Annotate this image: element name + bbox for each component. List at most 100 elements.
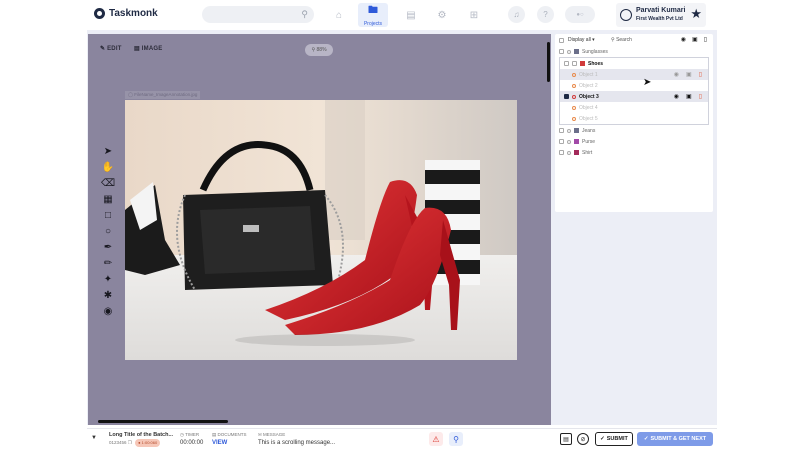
visibility-icon[interactable] xyxy=(572,83,576,88)
list-item[interactable]: Shirt xyxy=(555,147,713,158)
display-filter-value: Display all xyxy=(568,37,591,43)
nav-home-button[interactable]: ⌂ xyxy=(324,3,354,27)
notifications-button[interactable]: ♫ xyxy=(508,6,525,23)
label-name: Object 1 xyxy=(579,71,598,78)
list-item[interactable]: Sunglasses xyxy=(555,46,713,57)
skip-button[interactable]: ⊘ xyxy=(577,433,589,445)
status-toggle[interactable]: ●○ xyxy=(565,6,595,23)
user-profile-card[interactable]: Parvati Kumari First Wealth Pvt Ltd ★ xyxy=(616,3,706,27)
documents-block: ▤ DOCUMENTS VIEW xyxy=(212,431,247,447)
copy-icon[interactable]: ❐ xyxy=(128,440,132,445)
select-tool-icon[interactable]: ➤ xyxy=(102,144,114,158)
document-icon: ▤ xyxy=(212,432,217,437)
list-item[interactable]: Purse xyxy=(555,136,713,147)
clock-icon: ◷ xyxy=(180,432,184,437)
annotation-image[interactable] xyxy=(125,100,517,360)
visibility-icon[interactable] xyxy=(567,49,571,54)
nav-projects-button[interactable]: 🖿 Projects xyxy=(358,3,388,27)
brush-tool-icon[interactable]: ✏ xyxy=(102,256,114,270)
trash-icon[interactable]: ▯ xyxy=(704,36,707,43)
trash-icon[interactable]: ▯ xyxy=(699,93,702,100)
visibility-icon[interactable] xyxy=(567,150,571,155)
lock-icon[interactable]: ▣ xyxy=(686,71,692,78)
list-item[interactable]: Object 1 ◉ ▣ ▯ xyxy=(560,69,708,80)
lock-icon[interactable]: ▣ xyxy=(686,93,692,100)
row-checkbox[interactable] xyxy=(564,94,569,99)
visibility-icon[interactable] xyxy=(572,105,576,110)
avatar-icon xyxy=(620,9,632,21)
horizontal-scrollbar[interactable] xyxy=(98,420,228,423)
logo-icon xyxy=(94,8,105,19)
global-search-input[interactable]: ⚲ xyxy=(202,6,314,23)
warning-icon: ⚠ xyxy=(432,434,440,444)
visibility-icon[interactable] xyxy=(572,94,576,99)
pan-hand-icon[interactable]: ✋ xyxy=(102,160,114,174)
list-item[interactable]: Object 3 ◉ ▣ ▯ xyxy=(560,91,708,102)
save-button[interactable]: ▤ xyxy=(560,433,572,445)
report-issue-button[interactable]: ⚠ xyxy=(429,432,443,446)
list-item[interactable]: Object 4 xyxy=(560,102,708,113)
pose-tool-icon[interactable]: ✱ xyxy=(102,288,114,302)
star-icon[interactable]: ★ xyxy=(690,6,702,22)
submit-get-next-button[interactable]: ✓ SUBMIT & GET NEXT xyxy=(637,432,713,446)
circle-tool-icon[interactable]: ○ xyxy=(102,224,114,238)
list-item[interactable]: Shoes xyxy=(560,58,708,69)
timer-value: 00:00:00 xyxy=(180,440,204,446)
home-icon: ⌂ xyxy=(335,9,343,21)
row-checkbox[interactable] xyxy=(559,128,564,133)
batch-id: 0123456 xyxy=(109,440,127,445)
zoom-value: 88% xyxy=(316,47,327,53)
rectangle-tool-icon[interactable]: □ xyxy=(102,208,114,222)
tab-image[interactable]: ▤ IMAGE xyxy=(134,45,162,52)
check-next-icon: ✓ xyxy=(643,436,649,442)
list-item[interactable]: Jeans xyxy=(555,125,713,136)
eye-icon[interactable]: ◉ xyxy=(681,36,686,43)
select-all-checkbox[interactable] xyxy=(559,37,564,43)
submit-next-label: SUBMIT & GET NEXT xyxy=(650,436,707,442)
lock-icon[interactable]: ▣ xyxy=(692,36,698,43)
more-tools-icon[interactable]: ◉ xyxy=(102,304,114,318)
magic-wand-icon[interactable]: ✦ xyxy=(102,272,114,286)
chevron-down-icon[interactable]: ▼ xyxy=(91,435,97,441)
visibility-icon[interactable] xyxy=(567,128,571,133)
display-filter-dropdown[interactable]: Display all ▾ xyxy=(568,37,595,43)
list-item[interactable]: Object 2 xyxy=(560,80,708,91)
bell-icon: ♫ xyxy=(513,10,520,19)
top-bar: Taskmonk ⚲ ⌂ 🖿 Projects ▤ ⚙ ⊞ ♫ ? ●○ Par… xyxy=(0,0,800,30)
visibility-icon[interactable] xyxy=(567,139,571,144)
visibility-icon[interactable] xyxy=(572,72,576,77)
eye-icon[interactable]: ◉ xyxy=(674,71,679,78)
nav-add-button[interactable]: ⊞ xyxy=(459,3,489,27)
eraser-icon[interactable]: ⌫ xyxy=(101,176,115,190)
app-logo[interactable]: Taskmonk xyxy=(94,8,158,19)
submit-button[interactable]: ✓ SUBMIT xyxy=(595,432,633,446)
tab-edit[interactable]: ✎ EDIT xyxy=(100,45,122,52)
list-item[interactable]: Object 5 xyxy=(560,113,708,124)
pause-badge[interactable]: ● 1:00:060 xyxy=(135,439,161,447)
hint-button[interactable]: ⚲ xyxy=(449,432,463,446)
labels-panel: Display all ▾ ⚲ Search ◉ ▣ ▯ Sunglasses … xyxy=(555,34,713,212)
nav-projects-label: Projects xyxy=(363,21,383,27)
pen-tool-icon[interactable]: ✒ xyxy=(102,240,114,254)
collapse-toggle[interactable] xyxy=(572,61,577,66)
documents-view-link[interactable]: VIEW xyxy=(212,439,247,447)
row-checkbox[interactable] xyxy=(559,139,564,144)
image-icon: ▤ xyxy=(406,9,416,21)
row-checkbox[interactable] xyxy=(559,150,564,155)
visibility-icon[interactable] xyxy=(572,116,576,121)
folder-icon: 🖿 xyxy=(368,5,378,16)
nav-settings-button[interactable]: ⚙ xyxy=(427,3,457,27)
message-icon: ✉ xyxy=(258,432,262,437)
panel-search-input[interactable]: ⚲ Search xyxy=(611,37,632,43)
eye-icon[interactable]: ◉ xyxy=(674,93,679,100)
row-checkbox[interactable] xyxy=(559,49,564,54)
polygon-tool-icon[interactable]: ▦ xyxy=(102,192,114,206)
label-color-swatch xyxy=(580,61,585,66)
nav-reports-button[interactable]: ▤ xyxy=(396,3,426,27)
help-button[interactable]: ? xyxy=(537,6,554,23)
row-checkbox[interactable] xyxy=(564,61,569,66)
annotation-canvas[interactable]: ✎ EDIT ▤ IMAGE ⚲ 88% ◯ FileName_ImageAnn… xyxy=(88,34,551,425)
zoom-indicator[interactable]: ⚲ 88% xyxy=(305,44,333,56)
trash-icon[interactable]: ▯ xyxy=(699,71,702,78)
vertical-scrollbar[interactable] xyxy=(547,42,550,82)
